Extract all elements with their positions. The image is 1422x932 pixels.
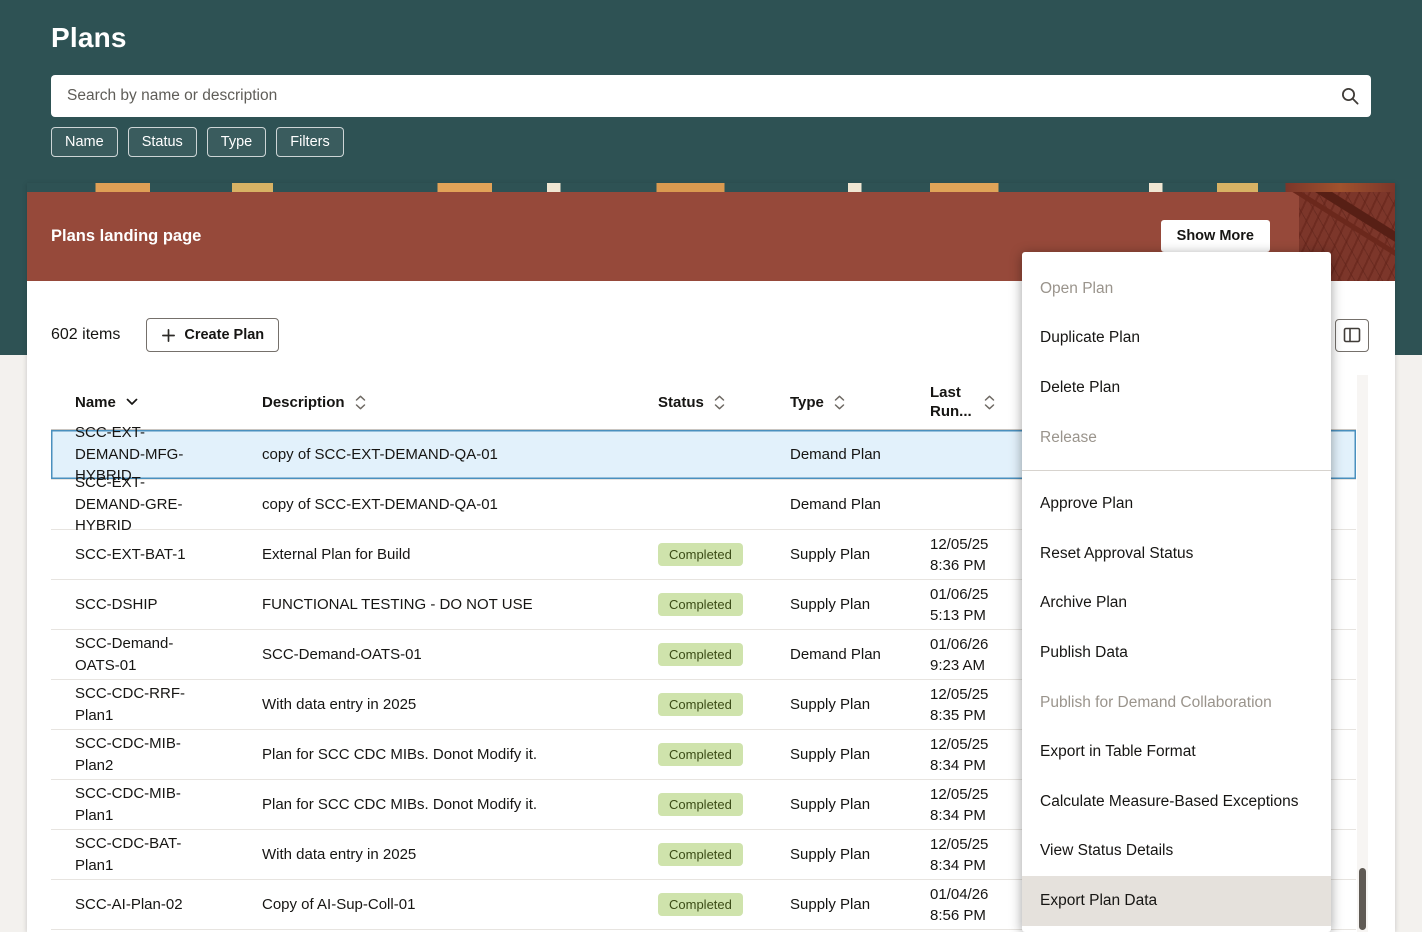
plan-description: Plan for SCC CDC MIBs. Donot Modify it. [262,796,658,813]
plan-name: SCC-CDC-MIB-Plan1 [51,783,262,827]
menu-item[interactable]: Calculate Measure-Based Exceptions [1022,777,1331,827]
filter-chip-name[interactable]: Name [51,127,118,157]
plan-type: Supply Plan [790,796,930,813]
page-title: Plans [51,22,127,54]
filter-chip-filters[interactable]: Filters [276,127,343,157]
plan-status-cell: Completed [658,843,790,866]
status-badge: Completed [658,843,743,866]
plan-description: copy of SCC-EXT-DEMAND-QA-01 [262,446,658,463]
plan-status-cell: Completed [658,893,790,916]
banner-title: Plans landing page [51,227,201,246]
column-label: Type [790,394,824,411]
plan-type: Supply Plan [790,596,930,613]
plan-status-cell: Completed [658,543,790,566]
plan-type: Demand Plan [790,446,930,463]
column-header-type[interactable]: Type [790,394,930,411]
plan-actions-menu: Open PlanDuplicate PlanDelete PlanReleas… [1022,252,1331,932]
plan-type: Supply Plan [790,896,930,913]
plan-description: With data entry in 2025 [262,696,658,713]
column-label: Name [75,394,116,411]
search-input[interactable] [51,75,1329,117]
plan-name: SCC-Demand-OATS-01 [51,633,262,677]
create-plan-label: Create Plan [184,327,264,343]
status-badge: Completed [658,743,743,766]
plan-description: With data entry in 2025 [262,846,658,863]
plan-name: SCC-CDC-BAT-Plan1 [51,833,262,877]
plan-type: Supply Plan [790,746,930,763]
sort-toggle-icon[interactable] [984,395,995,410]
status-badge: Completed [658,543,743,566]
plan-type: Demand Plan [790,496,930,513]
column-label: Description [262,394,345,411]
status-badge: Completed [658,693,743,716]
items-count: 602 items [51,326,120,344]
plan-status-cell: Completed [658,693,790,716]
plan-type: Demand Plan [790,646,930,663]
table-scrollbar[interactable] [1357,375,1368,932]
menu-item[interactable]: Duplicate Plan [1022,314,1331,364]
plan-description: FUNCTIONAL TESTING - DO NOT USE [262,596,658,613]
plan-description: SCC-Demand-OATS-01 [262,646,658,663]
plan-description: External Plan for Build [262,546,658,563]
plan-name: SCC-AI-Plan-02 [51,894,262,916]
menu-item[interactable]: Reset Approval Status [1022,529,1331,579]
plan-description: copy of SCC-EXT-DEMAND-QA-01 [262,496,658,513]
menu-item[interactable]: View Status Details [1022,827,1331,877]
plan-status-cell: Completed [658,793,790,816]
status-badge: Completed [658,643,743,666]
status-badge: Completed [658,893,743,916]
column-header-name[interactable]: Name [51,394,262,411]
status-badge: Completed [658,793,743,816]
column-header-desc[interactable]: Description [262,394,658,411]
plan-description: Plan for SCC CDC MIBs. Donot Modify it. [262,746,658,763]
plan-name: SCC-CDC-RRF-Plan1 [51,683,262,727]
menu-item: Publish for Demand Collaboration [1022,678,1331,728]
plan-name: SCC-EXT-DEMAND-GRE-HYBRID [51,472,262,537]
filter-chip-status[interactable]: Status [128,127,197,157]
menu-divider [1022,470,1331,471]
menu-item[interactable]: Export Plan Data [1022,876,1331,926]
menu-item[interactable]: Publish Data [1022,628,1331,678]
sort-toggle-icon[interactable] [714,395,725,410]
split-view-icon [1343,326,1361,344]
sort-descending-icon[interactable] [126,398,138,406]
plan-description: Copy of AI-Sup-Coll-01 [262,896,658,913]
plan-type: Supply Plan [790,546,930,563]
scrollbar-thumb[interactable] [1359,868,1366,930]
column-label: Last Run... [930,383,974,422]
filter-chip-type[interactable]: Type [207,127,266,157]
plan-name: SCC-DSHIP [51,594,262,616]
plan-type: Supply Plan [790,846,930,863]
create-plan-button[interactable]: Create Plan [146,318,279,352]
plan-type: Supply Plan [790,696,930,713]
filter-chip-row: Name Status Type Filters [51,127,344,157]
plus-icon [161,328,176,343]
menu-item[interactable]: Export in Table Format [1022,727,1331,777]
search-bar [51,75,1371,117]
sort-toggle-icon[interactable] [355,395,366,410]
plan-name: SCC-CDC-MIB-Plan2 [51,733,262,777]
status-badge: Completed [658,593,743,616]
sort-toggle-icon[interactable] [834,395,845,410]
column-header-status[interactable]: Status [658,394,790,411]
plan-name: SCC-EXT-BAT-1 [51,544,262,566]
menu-item[interactable]: Delete Plan [1022,363,1331,413]
column-label: Status [658,394,704,411]
menu-item: Open Plan [1022,264,1331,314]
plan-status-cell: Completed [658,593,790,616]
plans-screen: Plans Name Status Type Filters Plans landin… [0,0,1422,932]
menu-item[interactable]: Approve Plan [1022,479,1331,529]
search-icon[interactable] [1329,86,1371,106]
menu-item: Release [1022,413,1331,463]
column-selector-button[interactable] [1335,319,1369,352]
plan-status-cell: Completed [658,643,790,666]
plan-status-cell: Completed [658,743,790,766]
show-more-button[interactable]: Show More [1161,220,1270,252]
banner-pattern [27,183,1395,192]
menu-item[interactable]: Archive Plan [1022,579,1331,629]
